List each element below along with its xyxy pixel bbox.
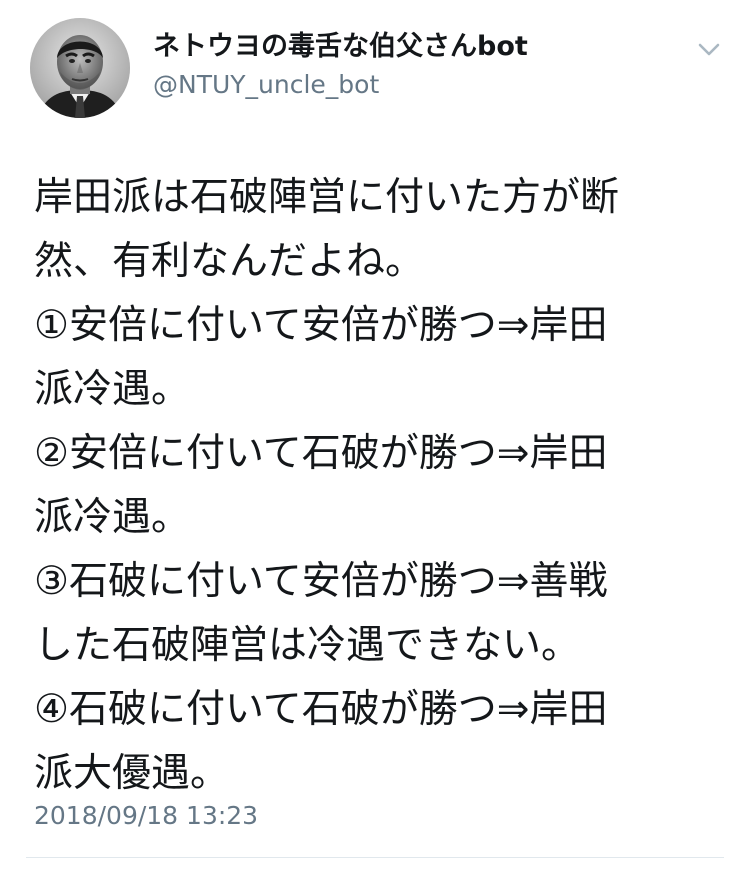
tweet-text-line: ④石破に付いて石破が勝つ⇒岸田 — [34, 687, 608, 732]
tweet-detail: ネトウヨの毒舌な伯父さんbot @NTUY_uncle_bot 岸田派は石破陣営… — [0, 0, 750, 880]
avatar[interactable] — [30, 18, 130, 118]
tweet-text-line: 派冷遇。 — [34, 367, 191, 412]
tweet-text-line: ①安倍に付いて安倍が勝つ⇒岸田 — [34, 303, 608, 348]
chevron-down-icon[interactable] — [694, 38, 724, 62]
tweet-text-line: 岸田派は石破陣営に付いた方が断 — [34, 175, 620, 220]
user-avatar-portrait-icon — [30, 18, 130, 118]
tweet-text-line: 然、有利なんだよね。 — [34, 239, 425, 284]
tweet-text-line: 派大優遇。 — [34, 751, 230, 796]
tweet-header: ネトウヨの毒舌な伯父さんbot @NTUY_uncle_bot — [0, 0, 750, 140]
tweet-text-line: ③石破に付いて安倍が勝つ⇒善戦 — [34, 559, 608, 604]
display-name[interactable]: ネトウヨの毒舌な伯父さんbot — [153, 30, 528, 64]
tweet-text: 岸田派は石破陣営に付いた方が断 然、有利なんだよね。 ①安倍に付いて安倍が勝つ⇒… — [34, 166, 734, 806]
user-handle[interactable]: @NTUY_uncle_bot — [153, 70, 379, 100]
tweet-timestamp[interactable]: 2018/09/18 13:23 — [34, 800, 258, 832]
tweet-text-line: 派冷遇。 — [34, 495, 191, 540]
tweet-text-line: ②安倍に付いて石破が勝つ⇒岸田 — [34, 431, 608, 476]
divider — [26, 857, 724, 858]
tweet-text-line: した石破陣営は冷遇できない。 — [34, 623, 581, 668]
